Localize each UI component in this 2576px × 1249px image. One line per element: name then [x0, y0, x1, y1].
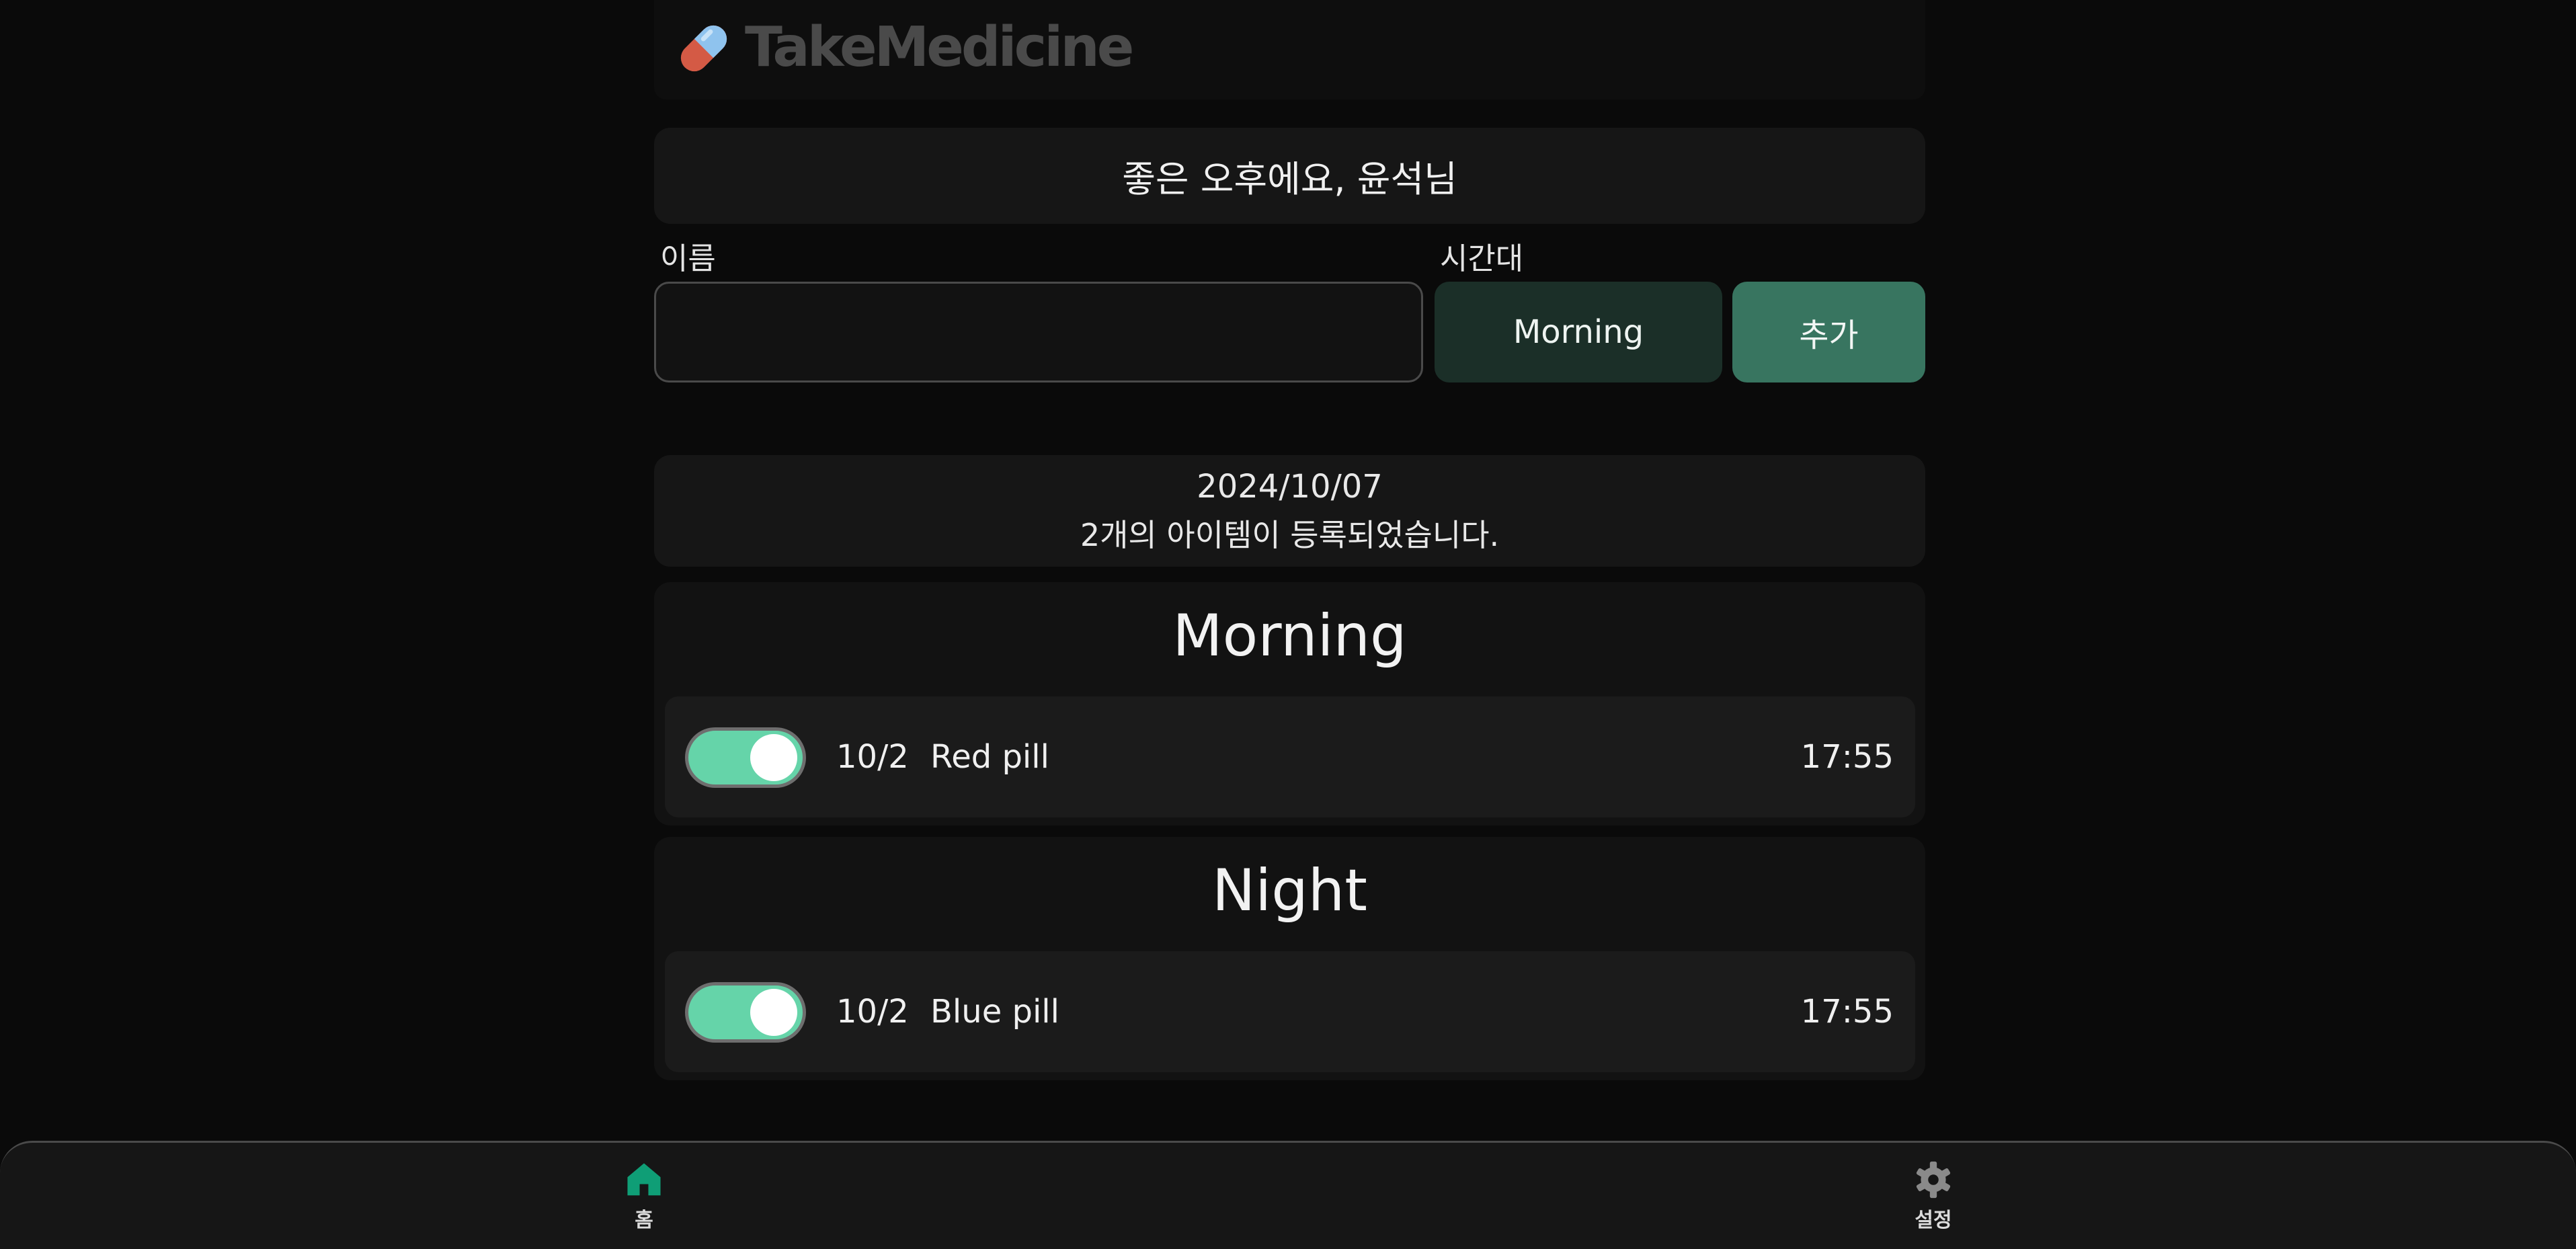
group-title: Night	[1211, 857, 1368, 924]
pill-logo-icon	[680, 25, 727, 72]
name-input[interactable]	[654, 282, 1423, 382]
home-icon	[627, 1163, 661, 1196]
list-item: 10/2 Red pill 17:55	[665, 696, 1915, 817]
summary-count: 2개의 아이템이 등록되었습니다.	[1080, 517, 1500, 553]
app-root: TakeMedicine 좋은 오후에요, 윤석님 이름 시간대 Morning…	[0, 0, 2576, 1249]
app-title: TakeMedicine	[745, 15, 1134, 79]
taken-toggle[interactable]	[685, 982, 806, 1043]
group-title: Morning	[1172, 602, 1407, 670]
bottom-nav: 홈 설정	[0, 1141, 2576, 1249]
item-date: 10/2	[836, 738, 909, 776]
summary-date: 2024/10/07	[1197, 468, 1383, 506]
add-button[interactable]: 추가	[1732, 282, 1925, 382]
item-time: 17:55	[1800, 993, 1894, 1031]
app-header: TakeMedicine	[654, 0, 1925, 99]
item-time: 17:55	[1800, 738, 1894, 776]
group-night: Night 10/2 Blue pill 17:55	[654, 837, 1925, 1080]
date-summary: 2024/10/07 2개의 아이템이 등록되었습니다.	[654, 455, 1925, 567]
list-item: 10/2 Blue pill 17:55	[665, 951, 1915, 1072]
item-date: 10/2	[836, 993, 909, 1031]
time-select-button[interactable]: Morning	[1435, 282, 1722, 382]
nav-home[interactable]: 홈	[577, 1159, 711, 1240]
time-label: 시간대	[1440, 241, 1524, 276]
name-label: 이름	[660, 241, 716, 276]
toggle-knob	[750, 734, 797, 781]
toggle-knob	[750, 989, 797, 1036]
nav-settings[interactable]: 설정	[1866, 1159, 2001, 1240]
gear-icon	[1916, 1161, 1951, 1199]
greeting-banner: 좋은 오후에요, 윤석님	[654, 128, 1925, 224]
group-morning: Morning 10/2 Red pill 17:55	[654, 582, 1925, 825]
nav-settings-label: 설정	[1915, 1209, 1952, 1232]
nav-home-label: 홈	[635, 1209, 653, 1232]
item-name: Blue pill	[930, 993, 1059, 1031]
taken-toggle[interactable]	[685, 727, 806, 788]
item-name: Red pill	[930, 738, 1049, 776]
